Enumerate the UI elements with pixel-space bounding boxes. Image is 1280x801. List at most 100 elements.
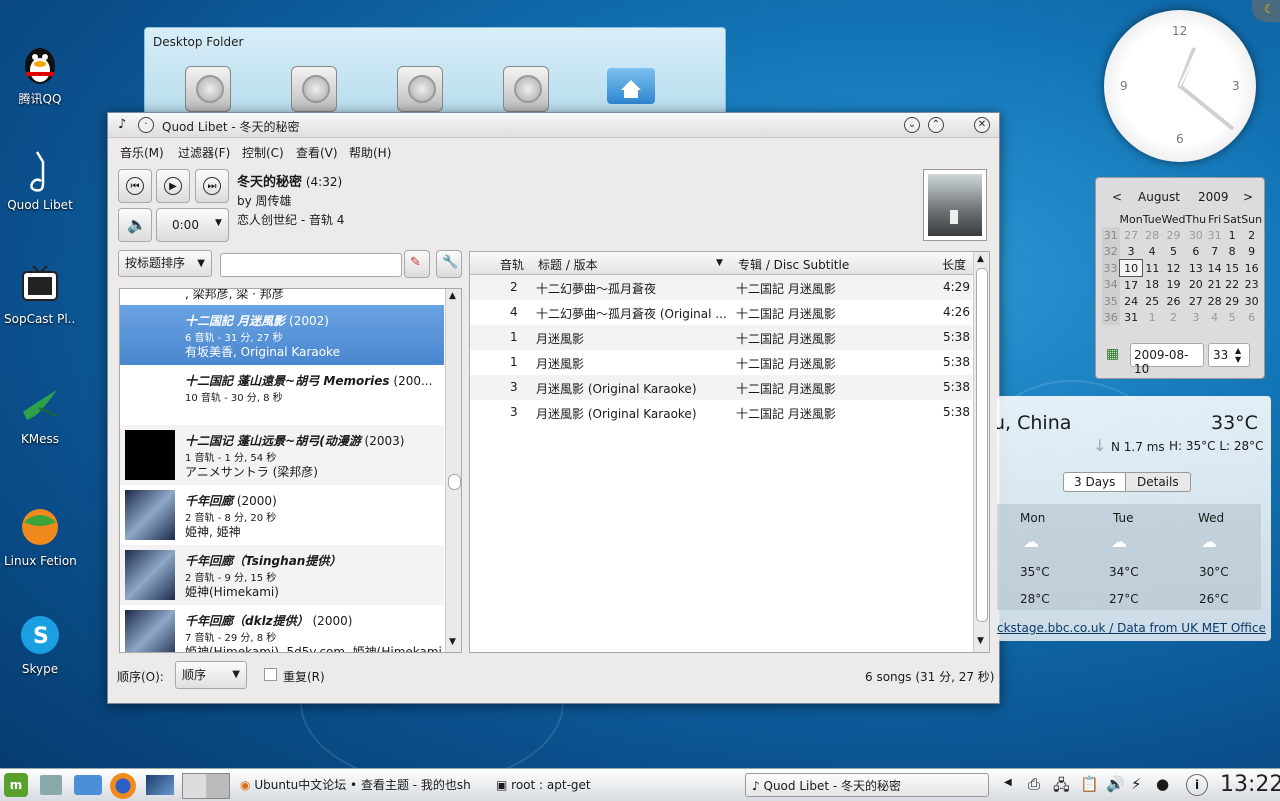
desktop-icon-kmess[interactable]: KMess: [4, 382, 76, 446]
table-row[interactable]: 3 月迷風影 (Original Karaoke) 十二国記 月迷風影 5:38: [470, 400, 972, 425]
calendar-day[interactable]: 29: [1162, 227, 1186, 243]
calendar-day[interactable]: 1: [1143, 309, 1162, 325]
calendar-day[interactable]: 27: [1185, 293, 1206, 309]
sort-combo[interactable]: 按标题排序 ▼: [118, 250, 212, 277]
calendar-day[interactable]: 18: [1143, 277, 1162, 294]
calendar-day[interactable]: 13: [1185, 260, 1206, 277]
calendar-month[interactable]: August: [1138, 190, 1180, 204]
hard-drive-icon[interactable]: [291, 66, 337, 112]
calendar-day[interactable]: 11: [1143, 260, 1162, 277]
tab-3-days[interactable]: 3 Days: [1063, 472, 1127, 492]
calendar-day[interactable]: 14: [1206, 260, 1223, 277]
calendar-day[interactable]: 3: [1120, 243, 1143, 260]
column-track[interactable]: 音轨: [500, 256, 524, 273]
calendar-day[interactable]: 17: [1120, 277, 1143, 294]
calendar-day[interactable]: 28: [1206, 293, 1223, 309]
mint-menu-icon[interactable]: m: [4, 773, 28, 797]
pager-icon[interactable]: [182, 773, 230, 799]
minimize-button[interactable]: ⌄: [904, 117, 920, 133]
track-list[interactable]: 音轨 标题 / 版本 ▼ 专辑 / Disc Subtitle 长度 2 十二幻…: [469, 251, 990, 653]
clear-search-button[interactable]: ✎: [404, 250, 430, 278]
desktop-icon-skype[interactable]: S Skype: [4, 612, 76, 676]
track-list-scrollbar[interactable]: ▲ ▼: [973, 252, 989, 652]
desktop-icon-quodlibet[interactable]: Quod Libet: [4, 148, 76, 212]
calendar-day[interactable]: 9: [1241, 243, 1262, 260]
calendar-next-button[interactable]: >: [1243, 190, 1253, 204]
calendar-day[interactable]: 25: [1143, 293, 1162, 309]
tray-power-icon[interactable]: ⚡: [1131, 775, 1142, 793]
table-row[interactable]: 2 十二幻夢曲～孤月蒼夜 十二国記 月迷風影 4:29: [470, 275, 972, 300]
browser-prefs-button[interactable]: 🔧: [436, 250, 462, 278]
calendar-grid[interactable]: Mon Tue Wed Thu Fri Sat Sun 31 27 28 29 …: [1102, 211, 1263, 325]
title-bar[interactable]: ♪ · Quod Libet - 冬天的秘密 ⌄ ⌃ ✕: [108, 113, 999, 138]
column-title[interactable]: 标题 / 版本: [538, 256, 598, 273]
menu-music[interactable]: 音乐(M): [120, 144, 164, 161]
calendar-day[interactable]: 29: [1223, 293, 1241, 309]
hard-drive-icon[interactable]: [503, 66, 549, 112]
list-item[interactable]: 千年回廊（dklz提供） (2000) 7 音轨 - 29 分, 8 秒 姫神(…: [120, 605, 453, 652]
calendar-day[interactable]: 8: [1223, 243, 1241, 260]
play-button[interactable]: ▶: [156, 169, 190, 203]
taskbar-clock[interactable]: 13:22: [1220, 772, 1280, 797]
window-menu-button[interactable]: ·: [138, 117, 154, 133]
list-item[interactable]: 十二国記 蓬山遠景~胡弓 Memories (200... 10 音轨 - 30…: [120, 365, 444, 425]
close-button[interactable]: ✕: [974, 117, 990, 133]
seek-button[interactable]: 0:00 ▼: [156, 208, 229, 242]
maximize-button[interactable]: ⌃: [928, 117, 944, 133]
calendar-day[interactable]: 3: [1185, 309, 1206, 325]
scroll-thumb[interactable]: [976, 268, 988, 622]
calendar-day[interactable]: 30: [1185, 227, 1206, 243]
calendar-day[interactable]: 1: [1223, 227, 1241, 243]
calendar-day[interactable]: 4: [1143, 243, 1162, 260]
calendar-day[interactable]: 21: [1206, 277, 1223, 294]
calendar-day[interactable]: 4: [1206, 309, 1223, 325]
calendar-day[interactable]: 31: [1120, 309, 1143, 325]
tray-qq-icon[interactable]: ●: [1156, 775, 1169, 793]
scroll-down-arrow[interactable]: ▼: [449, 637, 456, 647]
calendar-day[interactable]: 31: [1206, 227, 1223, 243]
task-firefox[interactable]: ◉ Ubuntu中文论坛 • 查看主题 - 我的也sh: [240, 773, 476, 797]
calendar-day[interactable]: 19: [1162, 277, 1186, 294]
calendar-day[interactable]: 7: [1206, 243, 1223, 260]
calendar-today-icon[interactable]: ▦: [1106, 346, 1119, 362]
calendar-day[interactable]: 5: [1162, 243, 1186, 260]
calendar-day[interactable]: 5: [1223, 309, 1241, 325]
folder-icon[interactable]: [74, 775, 102, 795]
calendar-day[interactable]: 24: [1120, 293, 1143, 309]
calendar-day[interactable]: 15: [1223, 260, 1241, 277]
repeat-checkbox[interactable]: [264, 668, 277, 681]
hard-drive-icon[interactable]: [185, 66, 231, 112]
calendar-day[interactable]: 2: [1241, 227, 1262, 243]
scroll-up-arrow[interactable]: ▲: [977, 254, 984, 264]
calendar-day[interactable]: 23: [1241, 277, 1262, 294]
calendar-day[interactable]: 6: [1241, 309, 1262, 325]
calendar-day-today[interactable]: 10: [1118, 259, 1144, 277]
desktop-icon-fetion[interactable]: Linux Fetion: [4, 504, 76, 568]
terminal-icon[interactable]: [146, 775, 174, 795]
calendar-day[interactable]: 22: [1223, 277, 1241, 294]
tray-info-icon[interactable]: i: [1186, 774, 1208, 796]
album-cover[interactable]: [923, 169, 987, 241]
column-album[interactable]: 专辑 / Disc Subtitle: [738, 256, 849, 273]
list-item-selected[interactable]: 十二国記 月迷風影 (2002) 6 音轨 - 31 分, 27 秒 有坂美香,…: [120, 305, 444, 365]
table-row[interactable]: 3 月迷風影 (Original Karaoke) 十二国記 月迷風影 5:38: [470, 375, 972, 400]
menu-view[interactable]: 查看(V): [296, 144, 338, 161]
scroll-thumb[interactable]: [448, 474, 461, 490]
calendar-day[interactable]: 16: [1241, 260, 1262, 277]
desktop-toolbox-icon[interactable]: ☾: [1252, 0, 1280, 22]
firefox-icon[interactable]: [110, 773, 136, 799]
tray-volume-icon[interactable]: 🔊: [1106, 775, 1125, 793]
list-item[interactable]: 千年回廊（Tsinghan提供） 2 音轨 - 9 分, 15 秒 姫神(Him…: [120, 545, 444, 605]
week-spinbox[interactable]: 33 ▲ ▼: [1208, 343, 1250, 367]
calendar-day[interactable]: 30: [1241, 293, 1262, 309]
calendar-day[interactable]: 26: [1162, 293, 1186, 309]
menu-control[interactable]: 控制(C): [242, 144, 284, 161]
tab-details[interactable]: Details: [1125, 472, 1191, 492]
calendar-day[interactable]: 20: [1185, 277, 1206, 294]
list-item[interactable]: 十二国记 蓬山远景~胡弓(动漫游 (2003) 1 音轨 - 1 分, 54 秒…: [120, 425, 444, 485]
list-item[interactable]: 千年回廊 (2000) 2 音轨 - 8 分, 20 秒 姫神, 姫神: [120, 485, 444, 545]
scroll-up-arrow[interactable]: ▲: [449, 291, 456, 301]
tray-printer-icon[interactable]: ⎙: [1028, 775, 1040, 793]
desktop-icon-sopcast[interactable]: SopCast Pl...: [4, 262, 76, 326]
calendar-day[interactable]: 6: [1185, 243, 1206, 260]
